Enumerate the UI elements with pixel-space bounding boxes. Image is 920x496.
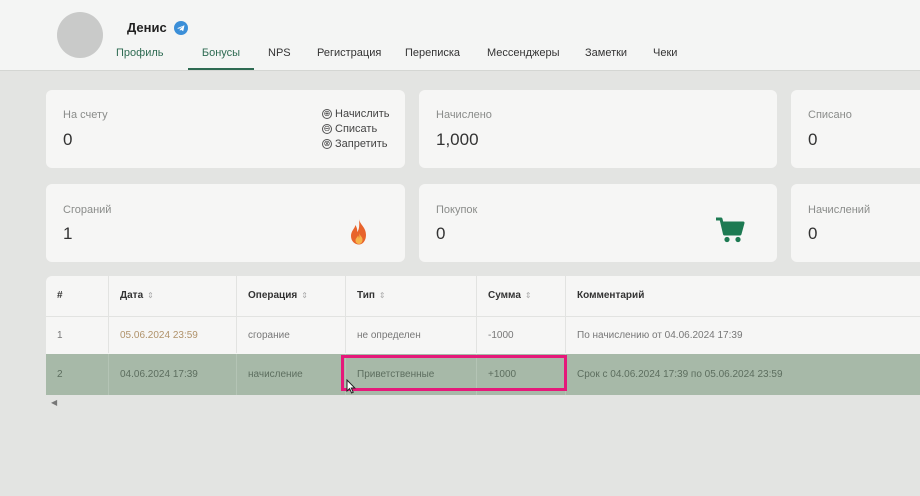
- tab-receipts[interactable]: Чеки: [653, 38, 677, 68]
- column-header-comment: Комментарий: [577, 290, 645, 301]
- write-off-button[interactable]: ⊖ Списать: [322, 122, 390, 137]
- column-header-type[interactable]: Тип ⇕: [346, 276, 477, 316]
- telegram-icon[interactable]: [174, 21, 188, 35]
- scroll-left-icon[interactable]: ◀: [51, 398, 57, 407]
- tab-bonuses[interactable]: Бонусы: [188, 38, 254, 70]
- card-value: 1: [63, 224, 73, 243]
- minus-circle-icon: ⊖: [322, 124, 332, 134]
- card-value: 0: [436, 224, 446, 243]
- card-value: 1,000: [436, 130, 479, 149]
- card-label: Покупок: [436, 204, 478, 216]
- user-name: Денис: [127, 20, 167, 35]
- card-label: Начислено: [436, 109, 492, 121]
- mouse-cursor-icon: [346, 378, 356, 399]
- card-written-off: Списано 0: [791, 90, 920, 168]
- sort-icon[interactable]: ⇕: [379, 291, 386, 300]
- cell-number: 1: [46, 316, 109, 353]
- tab-notes[interactable]: Заметки: [585, 38, 627, 68]
- tab-correspondence[interactable]: Переписка: [405, 38, 460, 68]
- column-header-date[interactable]: Дата ⇕: [109, 276, 237, 316]
- accrue-button[interactable]: ⊕ Начислить: [322, 107, 390, 122]
- card-value: 0: [63, 130, 73, 149]
- card-burnings: Сгораний 1: [46, 184, 405, 262]
- tab-profile[interactable]: Профиль: [116, 38, 176, 68]
- fire-icon: [347, 218, 371, 251]
- card-label: На счету: [63, 109, 108, 121]
- plus-circle-icon: ⊕: [322, 109, 332, 119]
- sort-icon[interactable]: ⇕: [301, 291, 308, 300]
- cell-operation: начисление: [237, 354, 346, 395]
- cell-date: 04.06.2024 17:39: [109, 354, 237, 395]
- cart-icon: [715, 216, 745, 249]
- card-accruals: Начислений 0: [791, 184, 920, 262]
- cell-amount: -1000: [477, 316, 566, 353]
- column-header-amount[interactable]: Сумма ⇕: [477, 276, 566, 316]
- card-on-account: На счету 0 ⊕ Начислить ⊖ Списать ⊗ Запретит…: [46, 90, 405, 168]
- tab-nps[interactable]: NPS: [268, 38, 291, 68]
- card-label: Сгораний: [63, 204, 112, 216]
- card-value: 0: [808, 130, 818, 149]
- tab-messengers[interactable]: Мессенджеры: [487, 38, 560, 68]
- tab-registration[interactable]: Регистрация: [317, 38, 381, 68]
- forbid-button[interactable]: ⊗ Запретить: [322, 137, 390, 152]
- profile-header: Денис Профиль Бонусы NPS Регистрация Пер…: [0, 0, 920, 71]
- card-purchases: Покупок 0: [419, 184, 777, 262]
- column-header-number[interactable]: #: [46, 276, 109, 316]
- cell-type: не определен: [346, 316, 477, 353]
- card-label: Списано: [808, 109, 852, 121]
- column-header-operation[interactable]: Операция ⇕: [237, 276, 346, 316]
- highlight-box: [341, 355, 567, 391]
- cell-date: 05.06.2024 23:59: [109, 316, 237, 353]
- cell-comment: Срок с 04.06.2024 17:39 по 05.06.2024 23…: [577, 369, 783, 380]
- cell-operation: сгорание: [237, 316, 346, 353]
- cell-number: 2: [46, 354, 109, 395]
- sort-icon[interactable]: ⇕: [525, 291, 532, 300]
- cell-comment: По начислению от 04.06.2024 17:39: [566, 316, 920, 353]
- card-accrued: Начислено 1,000: [419, 90, 777, 168]
- cross-circle-icon: ⊗: [322, 139, 332, 149]
- card-label: Начислений: [808, 204, 871, 216]
- avatar: [57, 12, 103, 58]
- bonus-actions: ⊕ Начислить ⊖ Списать ⊗ Запретить: [322, 107, 390, 152]
- sort-icon[interactable]: ⇕: [147, 291, 154, 300]
- card-value: 0: [808, 224, 818, 243]
